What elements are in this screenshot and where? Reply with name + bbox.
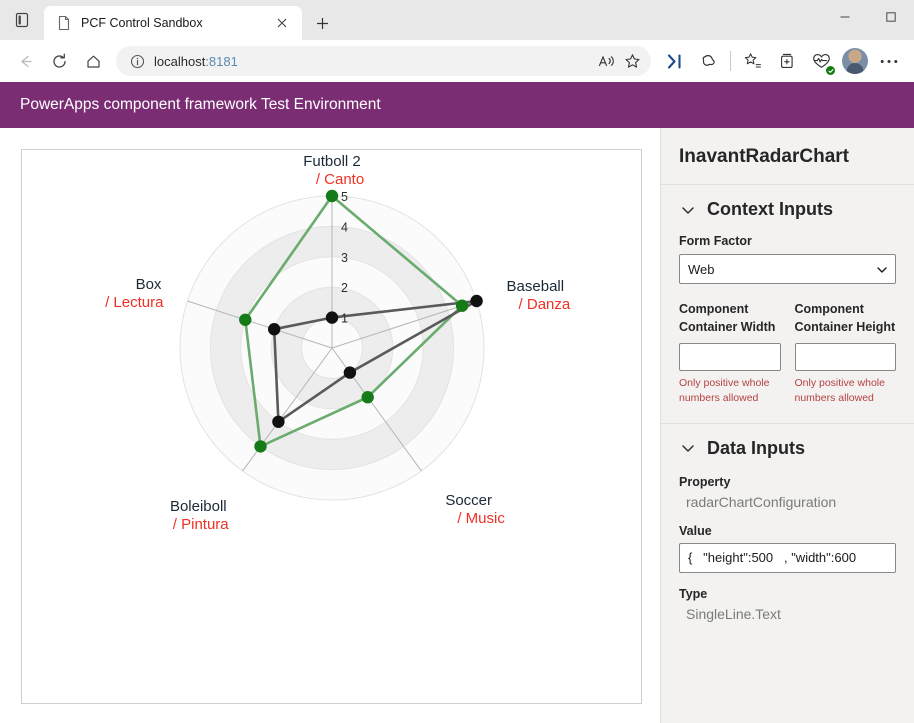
split-screen-icon[interactable] (657, 44, 691, 78)
radar-data-point[interactable] (239, 314, 251, 326)
canvas-area: 1 2 3 4 5 Futboll 2/ Canto Baseball/ Danza Socc… (0, 128, 660, 723)
avatar[interactable] (842, 48, 868, 74)
radar-category-main: Baseball (507, 278, 565, 295)
radar-category-main: Box (136, 276, 162, 293)
favorites-list-icon[interactable] (736, 44, 770, 78)
type-value: SingleLine.Text (679, 606, 896, 622)
radar-chart[interactable]: 1 2 3 4 5 Futboll 2/ Canto Baseball/ Danza Socc… (22, 150, 642, 655)
container-width-hint: Only positive whole numbers allowed (679, 376, 781, 406)
back-arrow-icon[interactable] (8, 44, 42, 78)
read-aloud-icon[interactable] (593, 48, 619, 74)
browser-essentials-icon[interactable] (804, 44, 838, 78)
radar-data-point[interactable] (470, 295, 482, 307)
radar-category-sub: / Danza (519, 296, 571, 313)
close-icon[interactable] (270, 11, 294, 35)
radar-data-point[interactable] (326, 311, 338, 323)
star-icon[interactable] (619, 48, 645, 74)
container-width-input[interactable] (679, 343, 781, 371)
radar-tick-label: 2 (341, 281, 348, 295)
component-name-header: InavantRadarChart (661, 128, 914, 185)
data-inputs-title: Data Inputs (707, 438, 805, 459)
property-value: radarChartConfiguration (679, 494, 896, 510)
radar-data-point[interactable] (254, 440, 266, 452)
page-title: PowerApps component framework Test Envir… (20, 96, 381, 114)
toolbar-divider (730, 51, 731, 71)
url-host: localhost (154, 54, 205, 69)
context-inputs-section: Context Inputs Form Factor WebTabletPhon… (661, 185, 914, 424)
browser-toolbar: localhost:8181 (0, 40, 914, 82)
maximize-button[interactable] (868, 0, 914, 34)
component-name: InavantRadarChart (679, 146, 896, 168)
ellipsis-icon[interactable] (872, 44, 906, 78)
form-factor-select[interactable]: WebTabletPhone (679, 254, 896, 284)
container-height-label: Component Container Height (795, 300, 897, 336)
radar-category-main: Soccer (445, 492, 492, 509)
tab-title: PCF Control Sandbox (81, 16, 270, 30)
radar-category-label: Box/ Lectura (105, 276, 164, 311)
browser-window: PCF Control Sandbox (0, 0, 914, 723)
radar-category-sub: / Canto (316, 171, 364, 188)
container-height-field: Component Container Height Only positive… (795, 300, 897, 407)
radar-category-label: Soccer/ Music (445, 492, 505, 527)
collections-icon[interactable] (770, 44, 804, 78)
container-height-hint: Only positive whole numbers allowed (795, 376, 897, 406)
radar-category-sub: / Lectura (105, 294, 164, 311)
radar-category-sub: / Music (457, 510, 505, 527)
type-label: Type (679, 587, 896, 601)
radar-category-label: Boleiboll/ Pintura (170, 498, 229, 533)
radar-tick-label: 4 (341, 220, 348, 234)
radar-data-point[interactable] (272, 416, 284, 428)
url-text: localhost:8181 (148, 54, 593, 69)
page-content: PowerApps component framework Test Envir… (0, 82, 914, 723)
info-circle-icon[interactable] (126, 50, 148, 72)
radar-data-point[interactable] (362, 391, 374, 403)
data-inputs-section: Data Inputs Property radarChartConfigura… (661, 424, 914, 652)
properties-sidebar: InavantRadarChart Context Inputs Form Fa… (660, 128, 914, 723)
radar-tick-label: 1 (341, 312, 348, 326)
chevron-down-icon[interactable] (679, 201, 697, 219)
container-width-field: Component Container Width Only positive … (679, 300, 781, 407)
container-height-input[interactable] (795, 343, 897, 371)
refresh-icon[interactable] (42, 44, 76, 78)
copilot-icon[interactable] (691, 44, 725, 78)
radar-data-point[interactable] (326, 190, 338, 202)
container-size-fields: Component Container Width Only positive … (679, 300, 896, 407)
context-inputs-header[interactable]: Context Inputs (679, 199, 896, 220)
value-input[interactable] (679, 543, 896, 573)
url-port: :8181 (205, 54, 238, 69)
radar-category-label: Baseball/ Danza (507, 278, 571, 313)
essentials-status-badge (826, 66, 835, 75)
address-bar[interactable]: localhost:8181 (116, 46, 651, 76)
app-header: PowerApps component framework Test Envir… (0, 82, 914, 128)
radar-tick-label: 3 (341, 251, 348, 265)
radar-category-label: Futboll 2/ Canto (303, 153, 364, 188)
title-bar: PCF Control Sandbox (0, 0, 914, 40)
value-label: Value (679, 524, 896, 538)
radar-category-main: Futboll 2 (303, 153, 361, 170)
app-body: 1 2 3 4 5 Futboll 2/ Canto Baseball/ Danza Socc… (0, 128, 914, 723)
radar-data-point[interactable] (456, 300, 468, 312)
radar-category-sub: / Pintura (173, 516, 230, 533)
context-inputs-title: Context Inputs (707, 199, 833, 220)
radar-tick-label: 5 (341, 190, 348, 204)
page-favicon-icon (56, 15, 72, 31)
property-label: Property (679, 475, 896, 489)
tab-list-icon[interactable] (0, 0, 44, 40)
chevron-down-icon[interactable] (679, 439, 697, 457)
radar-data-point[interactable] (344, 366, 356, 378)
component-preview-frame: 1 2 3 4 5 Futboll 2/ Canto Baseball/ Danza Socc… (21, 149, 642, 704)
radar-category-main: Boleiboll (170, 498, 227, 515)
browser-tab[interactable]: PCF Control Sandbox (44, 6, 302, 40)
home-icon[interactable] (76, 44, 110, 78)
window-controls (822, 0, 914, 34)
minimize-button[interactable] (822, 0, 868, 34)
radar-data-point[interactable] (268, 323, 280, 335)
data-inputs-header[interactable]: Data Inputs (679, 438, 896, 459)
container-width-label: Component Container Width (679, 300, 781, 336)
new-tab-button[interactable] (306, 8, 338, 38)
form-factor-label: Form Factor (679, 234, 896, 248)
form-factor-select-wrap: WebTabletPhone (679, 254, 896, 284)
